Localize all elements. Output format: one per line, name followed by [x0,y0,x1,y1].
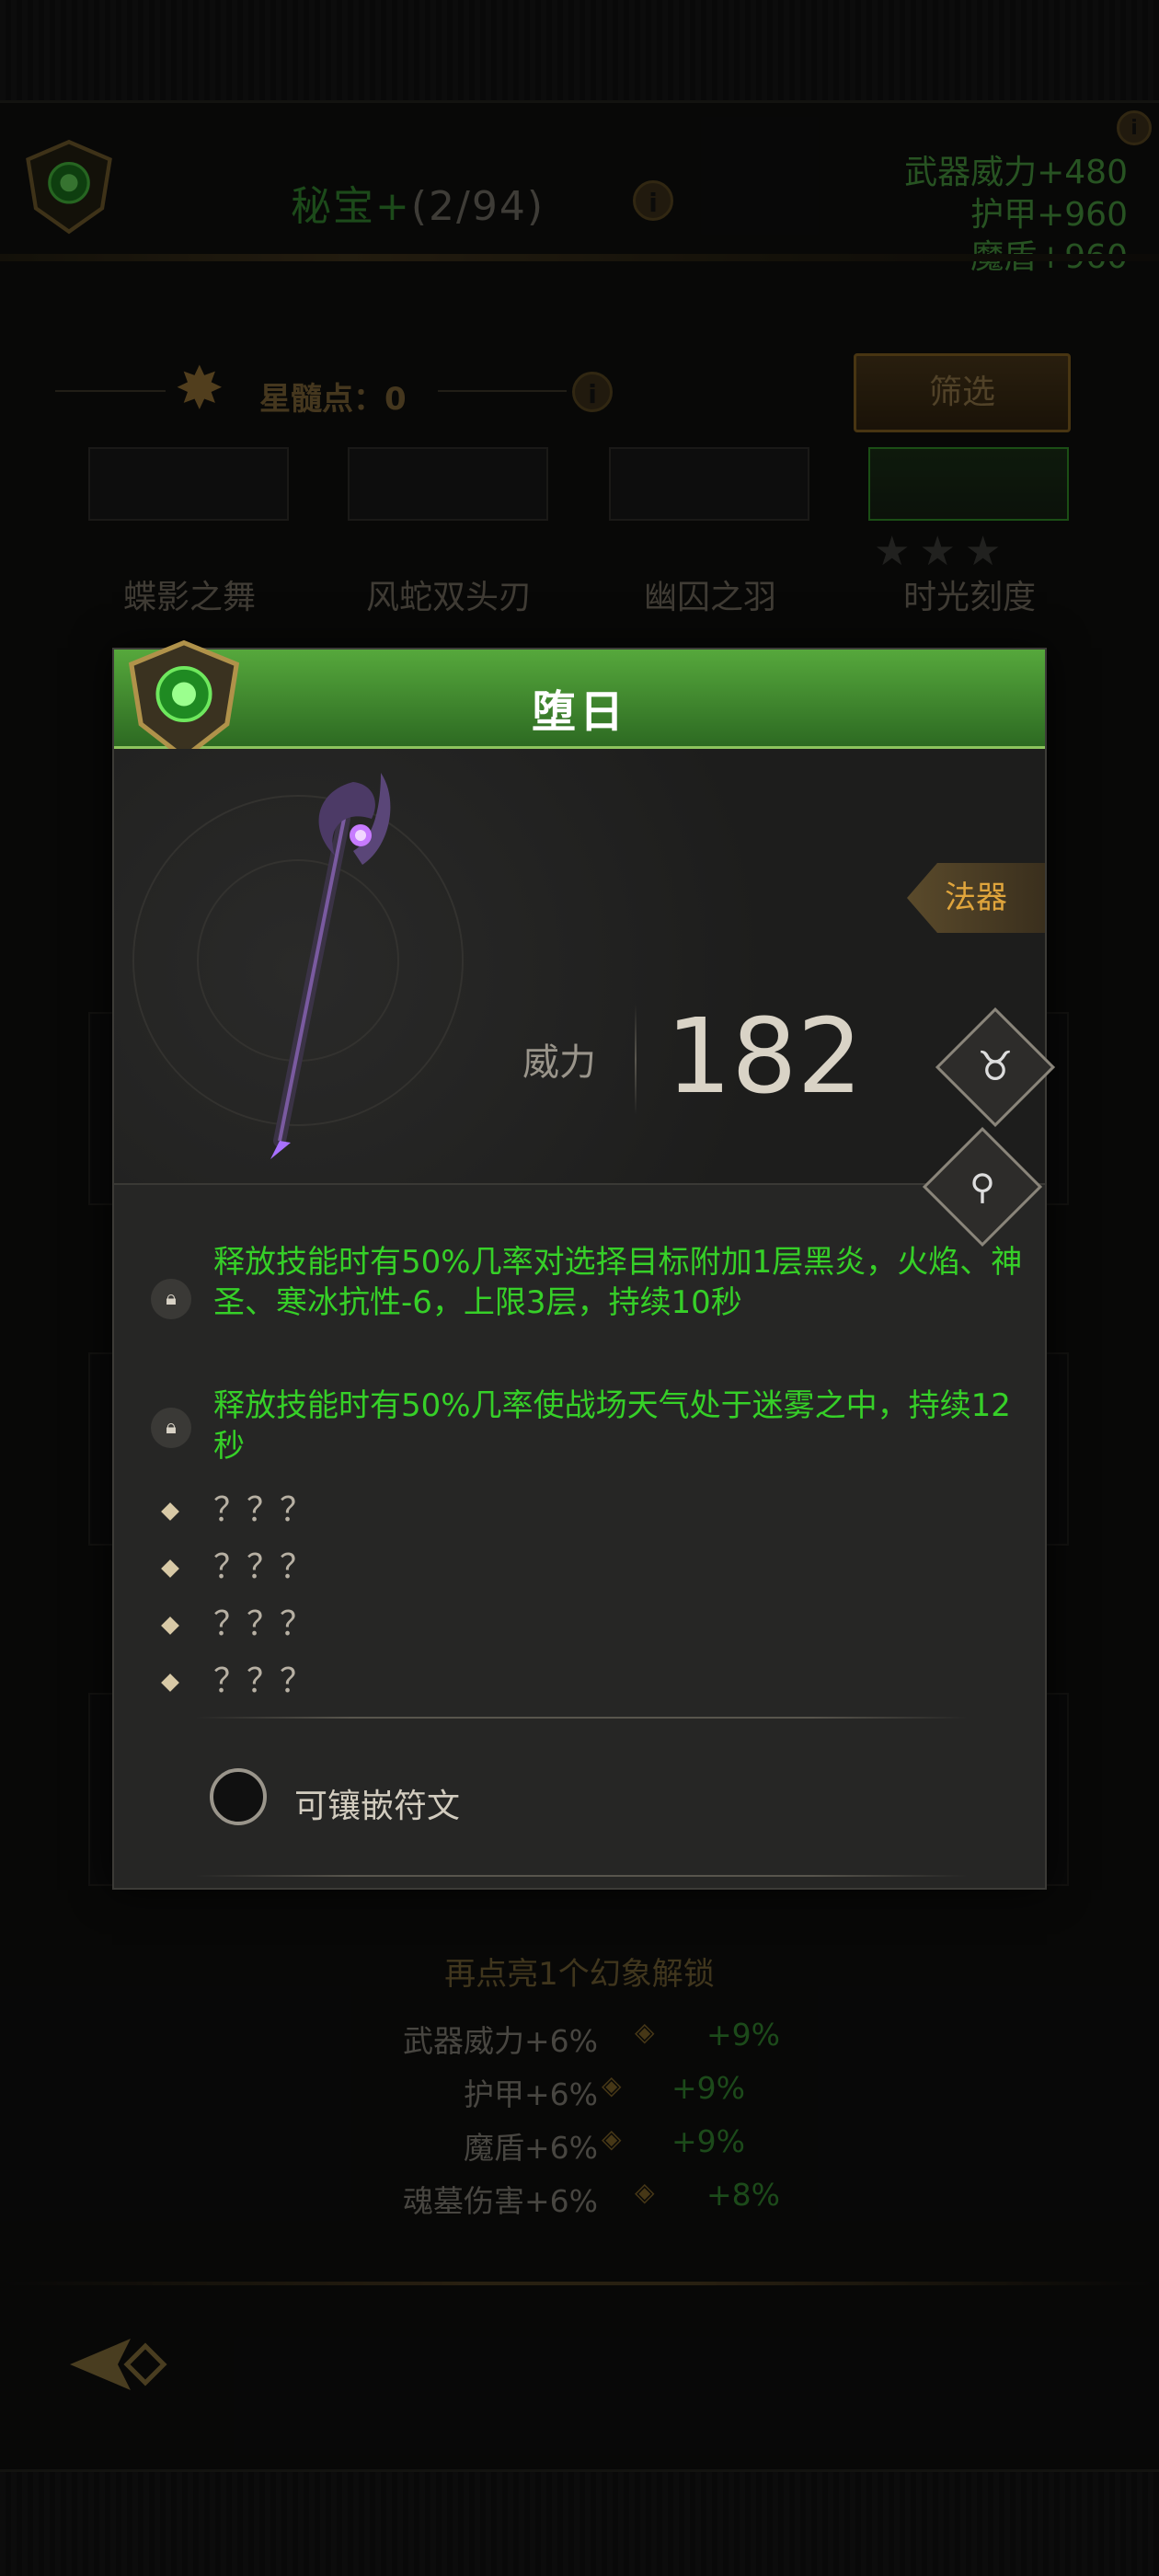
filter-button[interactable]: 筛选 [854,353,1071,432]
emblem-icon [26,139,112,235]
item-name: 风蛇双头刃 [365,579,532,616]
unknown-affix: ？？？ [161,1483,532,1531]
power-value: 182 [666,997,863,1117]
weapon-type-tag: 法器 [907,863,1045,933]
unlock-value: +8% [706,2177,781,2213]
diamond-bullet-icon [161,1673,179,1692]
gold-divider [0,2282,1159,2285]
title-text: 秘宝+ [291,183,411,230]
item-card[interactable] [88,447,289,521]
power-label: 威力 [522,1041,596,1084]
star-marrow-icon: ✸ [175,355,224,423]
modal-header: 堕日 [114,650,1045,749]
unknown-affix: ？？？ [161,1540,532,1588]
unlock-label: 武器威力+6% [402,2023,598,2059]
item-name: 时光刻度 [902,579,1036,616]
back-arrow-icon[interactable] [66,2331,177,2398]
unlock-label: 魂墓伤害+6% [402,2183,598,2219]
item-card[interactable] [348,447,548,521]
item-detail-modal: 堕日 法器 威力 182 ♉ ⚲ 🔒︎ 释放技能时有50%几率对选择目标附加1层… [112,640,1056,1890]
unlock-row: 魔盾+6% ◈ +9% [0,2123,1159,2177]
unlock-label: 魔盾+6% [463,2130,598,2166]
arrow-icon: ◈ [602,2123,622,2154]
lock-icon: 🔒︎ [151,1279,191,1319]
gold-divider [0,254,1159,261]
modal-title: 堕日 [531,686,627,738]
unknown-affix-text: ？？？ [213,1548,314,1586]
item-card[interactable] [609,447,809,521]
unlock-row: 护甲+6% ◈ +9% [0,2070,1159,2123]
info-corner-icon[interactable]: i [1117,110,1152,145]
unknown-affix-text: ？？？ [213,1662,314,1700]
stat-armor: 护甲+960 [970,196,1128,234]
diamond-bullet-icon [161,1616,179,1635]
title-count: (2/94) [410,183,545,230]
star-marrow-label: 星髓点：0 [259,381,407,418]
item-showcase: 法器 威力 182 [114,749,1045,1185]
unlock-title: 再点亮1个幻象解锁 [444,1956,715,1993]
arrow-icon: ◈ [602,2070,622,2100]
unlock-row: 魂墓伤害+6% ◈ +8% [0,2177,1159,2230]
rarity-emblem-icon [128,640,240,760]
rune-socket[interactable] [210,1768,267,1825]
bottom-frame-bar [0,2469,1159,2576]
page-title: 秘宝+(2/94) [291,173,545,232]
power-separator [635,1005,637,1115]
divider [438,390,567,392]
arrow-icon: ◈ [635,2017,655,2047]
top-frame-bar [0,0,1159,103]
unlock-value: +9% [671,2123,746,2159]
unknown-affix: ？？？ [161,1654,532,1702]
divider [195,1875,968,1877]
unknown-affix-text: ？？？ [213,1605,314,1643]
stat-weapon-power: 武器威力+480 [904,154,1128,191]
affix-text: 释放技能时有50%几率对选择目标附加1层黑炎，火焰、神圣、寒冰抗性-6，上限3层… [213,1244,1023,1321]
unlock-value: +9% [706,2017,781,2053]
unlock-label: 护甲+6% [463,2076,598,2112]
star-info-icon[interactable]: i [572,372,613,412]
divider [55,390,166,392]
socket-label: 可镶嵌符文 [294,1788,461,1825]
item-star-rating: ★★★ [874,528,1011,575]
divider [195,1717,968,1719]
item-name: 幽囚之羽 [643,579,776,616]
info-icon[interactable]: i [633,180,673,221]
diamond-bullet-icon [161,1559,179,1578]
arrow-icon: ◈ [635,2177,655,2207]
unknown-affix: ？？？ [161,1597,532,1645]
unlock-value: +9% [671,2070,746,2106]
item-card-selected[interactable] [868,447,1069,521]
diamond-bullet-icon [161,1502,179,1521]
unlock-row: 武器威力+6% ◈ +9% [0,2017,1159,2070]
lock-icon: 🔒︎ [151,1408,191,1448]
affix-text: 释放技能时有50%几率使战场天气处于迷雾之中，持续12秒 [213,1387,1011,1465]
staff-weapon-icon [270,773,391,1159]
unknown-affix-text: ？？？ [213,1491,314,1529]
item-name: 蝶影之舞 [122,579,256,616]
